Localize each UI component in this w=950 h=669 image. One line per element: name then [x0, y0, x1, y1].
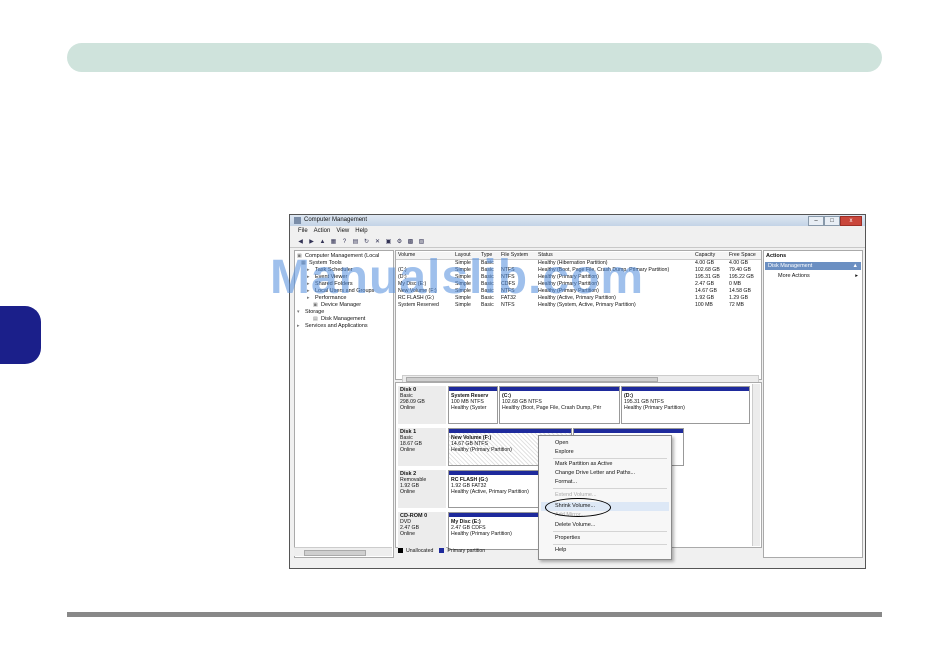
unallocated-swatch — [398, 548, 403, 553]
disk-map-vertical-scrollbar[interactable] — [752, 384, 760, 546]
disk-label[interactable]: Disk 0 Basic 298.09 GB Online — [398, 386, 446, 424]
menu-action[interactable]: Action — [314, 227, 331, 236]
menu-item-help[interactable]: Help — [555, 547, 566, 553]
disk-management-icon: ▤ — [313, 315, 318, 322]
connect-icon[interactable]: ▣ — [384, 238, 393, 246]
menu-help[interactable]: Help — [355, 227, 367, 236]
disk-label[interactable]: CD-ROM 0 DVD 2.47 GB Online — [398, 512, 446, 550]
menu-item-mark-active[interactable]: Mark Partition as Active — [555, 461, 612, 467]
tree-item[interactable]: ▤ Disk Management — [313, 316, 365, 322]
show-hide-tree-icon[interactable]: ▦ — [329, 238, 338, 246]
menu-separator — [553, 531, 667, 532]
tree-horizontal-scrollbar[interactable] — [294, 547, 392, 556]
close-button[interactable]: x — [840, 216, 862, 226]
help-icon[interactable]: ? — [340, 238, 349, 246]
rescan-icon[interactable]: ▩ — [406, 238, 415, 246]
actions-pane: Actions Disk Management ▲ More Actions ▸ — [763, 250, 863, 558]
menu-separator — [553, 458, 667, 459]
back-arrow-icon[interactable]: ◀ — [296, 238, 305, 246]
menu-item-properties[interactable]: Properties — [555, 535, 580, 541]
menu-separator — [553, 544, 667, 545]
partition-context-menu: Open Explore Mark Partition as Active Ch… — [538, 435, 672, 560]
legend-label: Unallocated — [406, 547, 434, 554]
primary-partition-swatch — [439, 548, 445, 553]
partition-block[interactable]: RC FLASH (G:) 1.92 GB FAT32 Healthy (Activ… — [448, 470, 544, 508]
actions-header: Actions — [766, 253, 787, 259]
partition-color-bar — [574, 429, 683, 433]
export-icon[interactable]: ▧ — [417, 238, 426, 246]
partition-block[interactable]: (C:) 102.68 GB NTFS Healthy (Boot, Page Fi… — [499, 386, 620, 424]
collapse-arrow-icon[interactable]: ▾ — [297, 309, 303, 315]
delete-icon[interactable]: ✕ — [373, 238, 382, 246]
page-footer-rule — [67, 612, 882, 617]
partition-block[interactable]: My Disc (E:) 2.47 GB CDFS Healthy (Primary… — [448, 512, 544, 550]
computer-management-icon — [294, 217, 301, 224]
tree-item[interactable]: ▾ Storage — [297, 309, 324, 315]
disk-row: Disk 0 Basic 298.09 GB Online System Reserv… — [398, 386, 750, 426]
legend-label: Primary partition — [447, 547, 486, 554]
more-actions-item[interactable]: More Actions ▸ — [778, 272, 860, 280]
submenu-arrow-icon: ▸ — [855, 273, 858, 279]
expand-arrow-icon[interactable]: ▸ — [297, 323, 303, 329]
window-controls: – □ x — [808, 216, 862, 226]
partition-block[interactable]: System Reserv 100 MB NTFS Healthy (Syster — [448, 386, 498, 424]
refresh-icon[interactable]: ↻ — [362, 238, 371, 246]
settings-icon[interactable]: ⚙ — [395, 238, 404, 246]
menu-item-open[interactable]: Open — [555, 440, 568, 446]
collapse-up-icon[interactable]: ▲ — [853, 262, 858, 270]
menu-item-change-drive-letter[interactable]: Change Drive Letter and Paths... — [555, 470, 635, 476]
menu-item-delete-volume[interactable]: Delete Volume... — [555, 522, 595, 528]
partition-block[interactable]: (D:) 195.31 GB NTFS Healthy (Primary Parti… — [621, 386, 750, 424]
menu-item-format[interactable]: Format... — [555, 479, 577, 485]
page-header-bar — [67, 43, 882, 72]
window-title: Computer Management — [304, 217, 368, 223]
highlight-circle-annotation — [545, 498, 611, 517]
column-header[interactable]: Capacity — [695, 252, 727, 259]
properties-icon[interactable]: ▤ — [351, 238, 360, 246]
menu-item-explore[interactable]: Explore — [555, 449, 574, 455]
window-titlebar: Computer Management – □ x — [290, 215, 865, 226]
minimize-button[interactable]: – — [808, 216, 824, 226]
actions-disk-management[interactable]: Disk Management ▲ — [765, 262, 861, 270]
chapter-side-tab — [0, 306, 41, 364]
column-header[interactable]: Free Space — [729, 252, 761, 259]
scrollbar-thumb[interactable] — [304, 550, 366, 556]
tree-item[interactable]: ▸ Services and Applications — [297, 323, 368, 329]
watermark: Manualslib.com — [270, 251, 645, 304]
maximize-button[interactable]: □ — [824, 216, 840, 226]
up-folder-icon[interactable]: ▲ — [318, 238, 327, 246]
menu-separator — [553, 488, 667, 489]
toolbar: ◀ ▶ ▲ ▦ ? ▤ ↻ ✕ ▣ ⚙ ▩ ▧ — [290, 237, 865, 248]
disk-label[interactable]: Disk 1 Basic 18.67 GB Online — [398, 428, 446, 466]
forward-arrow-icon[interactable]: ▶ — [307, 238, 316, 246]
menu-view[interactable]: View — [336, 227, 349, 236]
menu-bar: File Action View Help — [290, 227, 865, 236]
disk-label[interactable]: Disk 2 Removable 1.92 GB Online — [398, 470, 446, 508]
menu-file[interactable]: File — [298, 227, 308, 236]
